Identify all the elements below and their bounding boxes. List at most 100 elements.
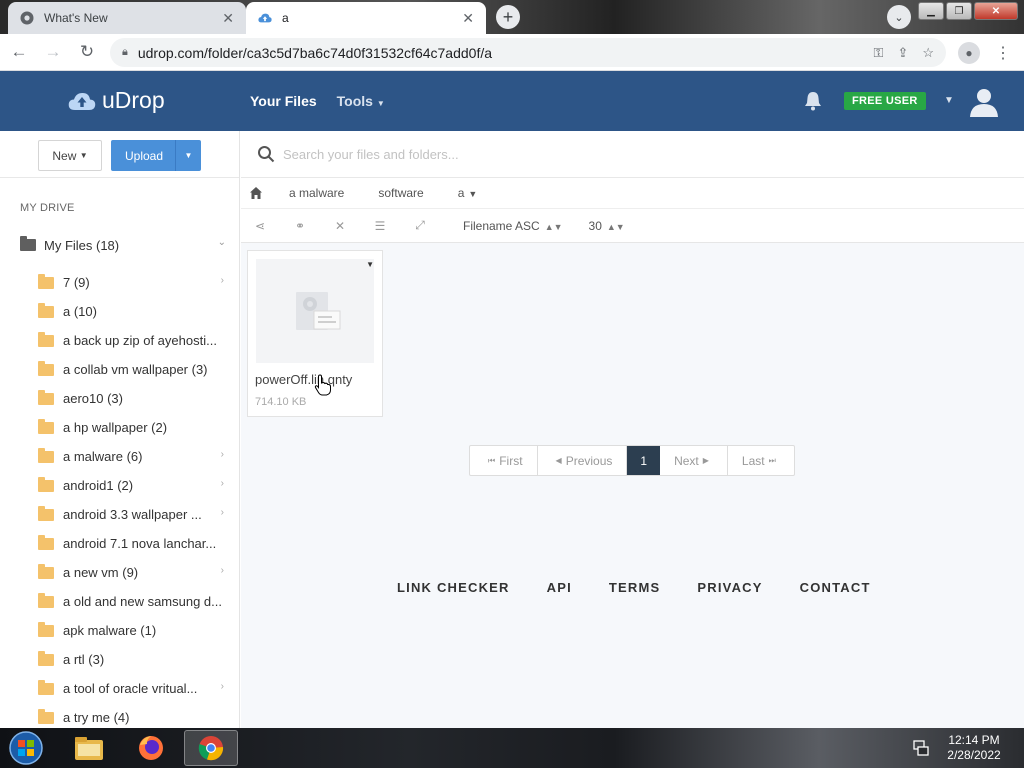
upload-button[interactable]: Upload ▼ <box>111 140 201 171</box>
tree-root-label: My Files (18) <box>44 237 120 253</box>
clock-time: 12:14 PM <box>948 733 1000 747</box>
user-avatar-icon[interactable] <box>968 85 1000 117</box>
sidebar-folder-item[interactable]: a back up zip of ayehosti... <box>0 326 239 355</box>
chevron-right-icon[interactable]: › <box>221 275 224 286</box>
generic-file-icon <box>296 292 341 330</box>
per-page-label: 30 <box>588 218 602 233</box>
bookmark-star-icon[interactable]: ☆ <box>922 45 934 61</box>
folder-label: a rtl (3) <box>63 652 105 667</box>
file-name[interactable]: powerOff.lin.qnty <box>255 372 352 387</box>
nav-tools[interactable]: Tools ▼ <box>337 93 385 109</box>
chevron-right-icon[interactable]: › <box>221 478 224 489</box>
file-thumbnail[interactable] <box>256 259 374 363</box>
sidebar-folder-item[interactable]: 7 (9) › <box>0 268 239 297</box>
hand-cursor-icon <box>314 374 331 396</box>
sidebar-folder-item[interactable]: android1 (2) › <box>0 471 239 500</box>
nav-tools-label: Tools <box>336 93 373 109</box>
nav-your-files[interactable]: Your Files <box>250 93 317 109</box>
url-field[interactable]: 🔒︎ udrop.com/folder/ca3c5d7ba6c74d0f3153… <box>110 38 946 67</box>
tree-root-my-files[interactable]: My Files (18) ⌄ <box>0 235 239 255</box>
sidebar-folder-item[interactable]: a collab vm wallpaper (3) <box>0 355 239 384</box>
sidebar-folder-item[interactable]: apk malware (1) <box>0 616 239 645</box>
window-close-icon[interactable]: ✕ <box>974 2 1018 20</box>
footer-link-terms[interactable]: TERMS <box>609 580 661 595</box>
system-clock[interactable]: 12:14 PM 2/28/2022 <box>940 733 1008 763</box>
network-icon[interactable] <box>912 739 930 757</box>
footer-link-api[interactable]: API <box>547 580 572 595</box>
windows-start-icon[interactable] <box>6 730 46 766</box>
udrop-logo[interactable]: uDrop <box>68 87 165 114</box>
upload-dropdown-icon[interactable]: ▼ <box>175 140 201 171</box>
tab-search-icon[interactable]: ⌄ <box>887 5 911 29</box>
footer-link-checker[interactable]: LINK CHECKER <box>397 580 510 595</box>
pagination-first-label: First <box>499 453 523 468</box>
chrome-taskbar-icon[interactable] <box>184 730 238 766</box>
sidebar-folder-item[interactable]: a malware (6) › <box>0 442 239 471</box>
share-icon[interactable]: ⋖ <box>253 219 267 233</box>
sidebar-folder-item[interactable]: a new vm (9) › <box>0 558 239 587</box>
breadcrumb-item[interactable]: software <box>378 186 423 200</box>
reload-icon[interactable]: ↻ <box>72 37 102 67</box>
share-icon[interactable]: ⇪ <box>897 45 908 61</box>
pagination-previous-button[interactable]: ◀ Previous <box>538 446 628 475</box>
chevron-down-icon: ▼ <box>468 189 478 199</box>
search-input[interactable] <box>283 146 783 162</box>
breadcrumb-item[interactable]: a malware <box>289 186 344 200</box>
close-tab-icon[interactable]: ✕ <box>462 10 474 27</box>
file-options-icon[interactable]: ▼ <box>366 260 374 269</box>
url-text[interactable]: udrop.com/folder/ca3c5d7ba6c74d0f31532cf… <box>138 45 874 61</box>
list-view-icon[interactable]: ☰ <box>373 219 387 233</box>
browser-menu-icon[interactable]: ⋮ <box>995 43 1011 63</box>
notification-bell-icon[interactable] <box>804 91 822 111</box>
new-button[interactable]: New ▼ <box>38 140 102 171</box>
sidebar-folder-item[interactable]: android 3.3 wallpaper ... › <box>0 500 239 529</box>
chevron-right-icon[interactable]: › <box>221 565 224 576</box>
sidebar-folder-item[interactable]: a rtl (3) <box>0 645 239 674</box>
sidebar-folder-item[interactable]: android 7.1 nova lanchar... <box>0 529 239 558</box>
chevron-right-icon[interactable]: › <box>221 681 224 692</box>
lock-icon[interactable]: 🔒︎ <box>122 46 128 59</box>
new-tab-button[interactable]: + <box>496 5 520 29</box>
pagination-current-page[interactable]: 1 <box>627 446 661 475</box>
minimize-icon[interactable]: ▁ <box>918 2 944 20</box>
key-icon[interactable]: ⚿ <box>874 45 884 61</box>
tab-title: What's New <box>44 11 108 25</box>
footer-link-contact[interactable]: CONTACT <box>800 580 871 595</box>
breadcrumb-current[interactable]: a ▼ <box>458 186 478 200</box>
chrome-icon <box>20 11 34 25</box>
folder-label: a old and new samsung d... <box>63 594 222 609</box>
close-tab-icon[interactable]: ✕ <box>222 10 234 27</box>
chevron-right-icon[interactable]: › <box>221 449 224 460</box>
firefox-icon[interactable] <box>124 730 178 766</box>
folder-label: android 7.1 nova lanchar... <box>63 536 217 551</box>
sidebar-folder-item[interactable]: a tool of oracle vritual... › <box>0 674 239 703</box>
forward-icon[interactable]: → <box>38 37 68 67</box>
footer-link-privacy[interactable]: PRIVACY <box>697 580 762 595</box>
folder-icon <box>38 621 54 637</box>
sidebar-folder-item[interactable]: a old and new samsung d... <box>0 587 239 616</box>
first-page-icon: ⏮ <box>488 455 496 465</box>
sidebar-folder-item[interactable]: a try me (4) <box>0 703 239 728</box>
restore-icon[interactable]: ❐ <box>946 2 972 20</box>
sidebar-folder-item[interactable]: a hp wallpaper (2) <box>0 413 239 442</box>
pagination-next-button[interactable]: Next ▶ <box>660 446 728 475</box>
delete-icon[interactable]: ✕ <box>333 219 347 233</box>
per-page-select[interactable]: 30 ▲▼ <box>589 219 625 233</box>
folder-icon <box>38 389 54 405</box>
link-icon[interactable]: ⚭ <box>293 219 307 233</box>
profile-icon[interactable]: ● <box>958 42 980 64</box>
chevron-down-icon[interactable]: ⌄ <box>218 237 226 248</box>
fullscreen-icon[interactable]: ⤢ <box>413 218 427 233</box>
tab-whats-new[interactable]: What's New ✕ <box>8 2 246 34</box>
pagination-last-button[interactable]: Last ⏭ <box>728 446 794 475</box>
chevron-right-icon[interactable]: › <box>221 507 224 518</box>
sort-select[interactable]: Filename ASC ▲▼ <box>463 219 563 233</box>
file-explorer-icon[interactable] <box>62 730 116 766</box>
sidebar-folder-item[interactable]: a (10) <box>0 297 239 326</box>
back-icon[interactable]: ← <box>4 37 34 67</box>
sidebar-folder-item[interactable]: aero10 (3) <box>0 384 239 413</box>
tab-active[interactable]: a ✕ <box>246 2 486 34</box>
home-icon[interactable] <box>249 186 263 200</box>
user-menu-caret-icon[interactable]: ▼ <box>944 95 954 106</box>
pagination-first-button[interactable]: ⏮ First <box>470 446 538 475</box>
